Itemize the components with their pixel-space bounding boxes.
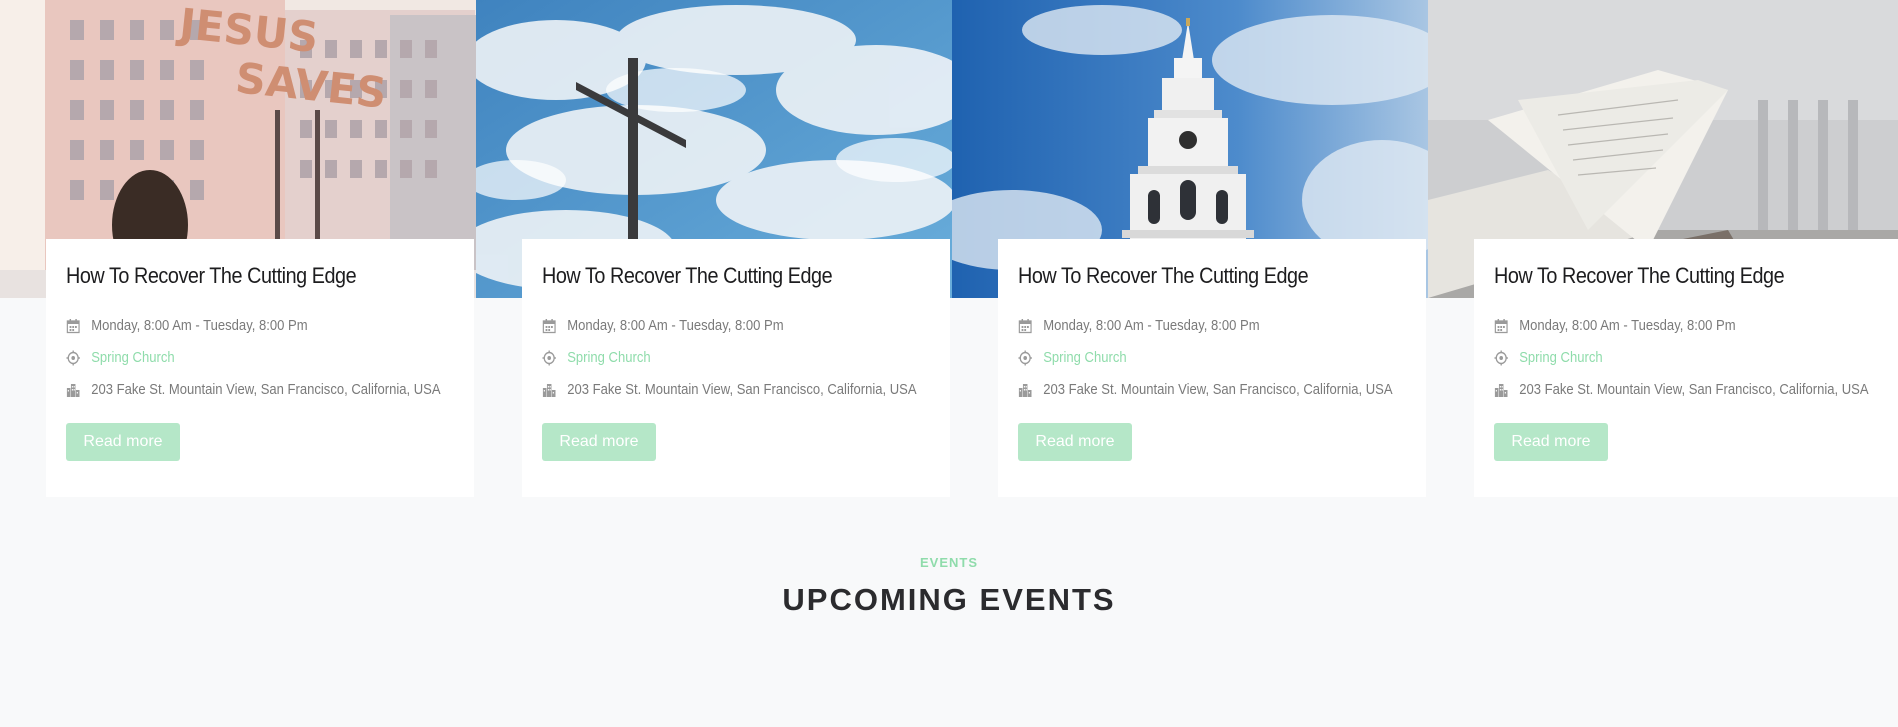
event-address-text: 203 Fake St. Mountain View, San Francisc… [1519, 382, 1869, 398]
building-icon [1018, 382, 1032, 398]
event-venue-link[interactable]: Spring Church [1519, 350, 1602, 366]
calendar-icon [542, 318, 556, 334]
building-icon [1494, 382, 1508, 398]
event-date: Monday, 8:00 Am - Tuesday, 8:00 Pm [66, 318, 308, 334]
event-card: How To Recover The Cutting Edge Monday, … [1428, 0, 1898, 500]
calendar-icon [66, 318, 80, 334]
event-date-text: Monday, 8:00 Am - Tuesday, 8:00 Pm [91, 318, 308, 334]
event-address: 203 Fake St. Mountain View, San Francisc… [66, 382, 441, 398]
event-date-text: Monday, 8:00 Am - Tuesday, 8:00 Pm [567, 318, 784, 334]
event-venue: Spring Church [66, 350, 175, 366]
read-more-button[interactable]: Read more [66, 423, 180, 461]
location-icon [1018, 350, 1032, 366]
event-venue-link[interactable]: Spring Church [1043, 350, 1126, 366]
upcoming-events-header: EVENTS UPCOMING EVENTS [0, 555, 1898, 618]
event-title[interactable]: How To Recover The Cutting Edge [66, 263, 357, 289]
event-title[interactable]: How To Recover The Cutting Edge [1494, 263, 1785, 289]
event-card-body: How To Recover The Cutting Edge Monday, … [998, 239, 1426, 497]
event-address-text: 203 Fake St. Mountain View, San Francisc… [1043, 382, 1393, 398]
section-eyebrow: EVENTS [919, 555, 978, 570]
building-icon [542, 382, 556, 398]
event-address-text: 203 Fake St. Mountain View, San Francisc… [567, 382, 917, 398]
event-venue: Spring Church [1494, 350, 1603, 366]
event-venue-link[interactable]: Spring Church [91, 350, 174, 366]
read-more-button[interactable]: Read more [1494, 423, 1608, 461]
event-address-text: 203 Fake St. Mountain View, San Francisc… [91, 382, 441, 398]
location-icon [542, 350, 556, 366]
event-card-body: How To Recover The Cutting Edge Monday, … [1474, 239, 1898, 497]
event-date: Monday, 8:00 Am - Tuesday, 8:00 Pm [542, 318, 784, 334]
event-venue: Spring Church [542, 350, 651, 366]
location-icon [1494, 350, 1508, 366]
events-carousel: JESUS SAVES How To Recover The Cutting E… [0, 0, 1898, 500]
event-date-text: Monday, 8:00 Am - Tuesday, 8:00 Pm [1043, 318, 1260, 334]
event-venue-link[interactable]: Spring Church [567, 350, 650, 366]
event-address: 203 Fake St. Mountain View, San Francisc… [1494, 382, 1869, 398]
event-date: Monday, 8:00 Am - Tuesday, 8:00 Pm [1494, 318, 1736, 334]
event-venue: Spring Church [1018, 350, 1127, 366]
event-card: JESUS SAVES How To Recover The Cutting E… [0, 0, 476, 500]
event-title[interactable]: How To Recover The Cutting Edge [542, 263, 833, 289]
event-date: Monday, 8:00 Am - Tuesday, 8:00 Pm [1018, 318, 1260, 334]
event-card-body: How To Recover The Cutting Edge Monday, … [46, 239, 474, 497]
event-card: How To Recover The Cutting Edge Monday, … [476, 0, 952, 500]
event-card: How To Recover The Cutting Edge Monday, … [952, 0, 1428, 500]
read-more-button[interactable]: Read more [542, 423, 656, 461]
calendar-icon [1018, 318, 1032, 334]
building-icon [66, 382, 80, 398]
event-card-body: How To Recover The Cutting Edge Monday, … [522, 239, 950, 497]
event-date-text: Monday, 8:00 Am - Tuesday, 8:00 Pm [1519, 318, 1736, 334]
location-icon [66, 350, 80, 366]
section-title: UPCOMING EVENTS [782, 582, 1116, 617]
calendar-icon [1494, 318, 1508, 334]
event-address: 203 Fake St. Mountain View, San Francisc… [1018, 382, 1393, 398]
event-title[interactable]: How To Recover The Cutting Edge [1018, 263, 1309, 289]
event-address: 203 Fake St. Mountain View, San Francisc… [542, 382, 917, 398]
read-more-button[interactable]: Read more [1018, 423, 1132, 461]
